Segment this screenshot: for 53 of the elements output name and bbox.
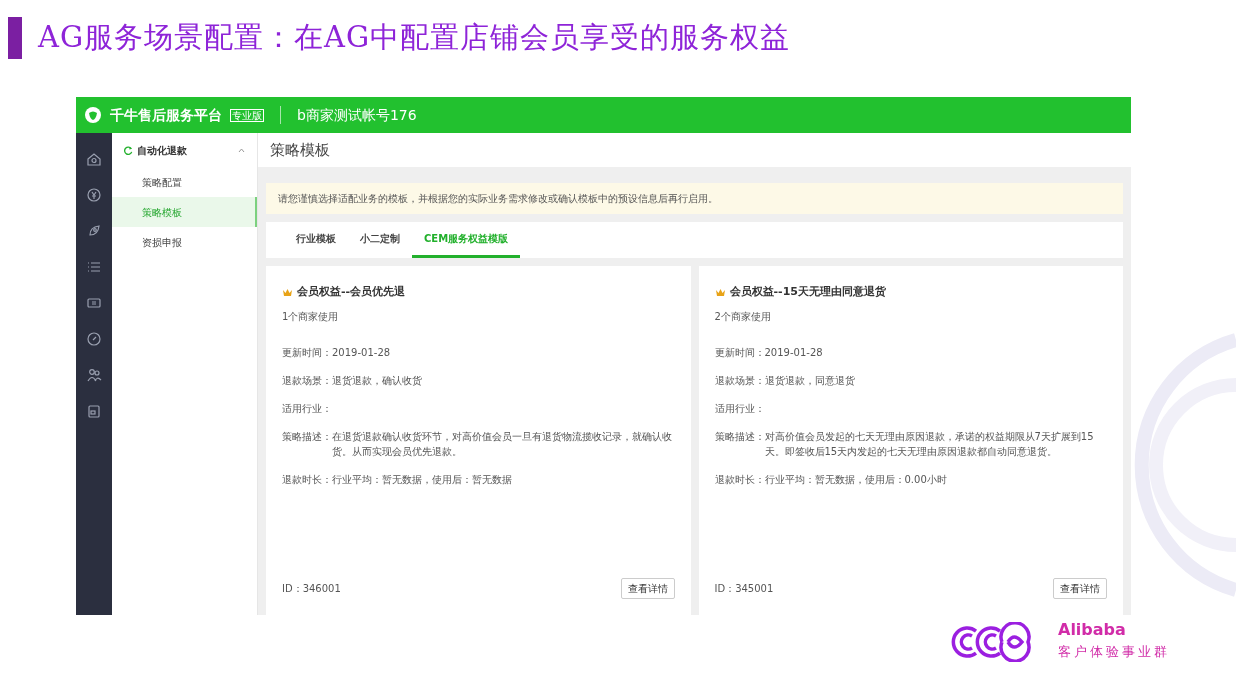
field-value: 行业平均：暂无数据，使用后：暂无数据 <box>332 472 512 487</box>
compass-icon[interactable] <box>86 331 102 347</box>
field-label: 更新时间： <box>282 345 332 360</box>
card-title: 会员权益--会员优先退 <box>297 284 406 300</box>
accent-bar <box>8 16 22 59</box>
tab[interactable]: 小二定制 <box>348 222 412 258</box>
field-value: 行业平均：暂无数据，使用后：0.00小时 <box>764 472 947 487</box>
crown-icon <box>282 287 293 297</box>
page-title: 策略模板 <box>258 133 1131 167</box>
account-name: b商家测试帐号176 <box>297 105 417 125</box>
collapse-caret-icon[interactable] <box>238 148 245 153</box>
template-id: ID：345001 <box>714 582 774 596</box>
field-value: 2019-01-28 <box>764 345 823 360</box>
field-value: 退货退款，确认收货 <box>332 373 422 388</box>
yuan-icon[interactable] <box>86 187 102 203</box>
crown-icon <box>714 287 726 297</box>
ticket-icon[interactable] <box>86 295 102 311</box>
field-label: 退款场景： <box>282 373 332 388</box>
field-label: 更新时间： <box>714 345 765 360</box>
field-value: 对高价值会员发起的七天无理由原因退款，承诺的权益期限从7天扩展到15天。即签收后15天内发起的七天无理由原因退款都自动同意退货。 <box>764 429 1095 459</box>
usage-count: 2个商家使用 <box>714 309 772 324</box>
usage-count: 1个商家使用 <box>282 309 340 324</box>
template-id: ID：346001 <box>282 582 341 596</box>
brand-name: Alibaba <box>1058 622 1127 639</box>
submenu-item[interactable]: 策略配置 <box>112 167 257 197</box>
edition-tag: 专业版 <box>230 108 264 122</box>
home-icon[interactable] <box>86 151 102 167</box>
app-brand: 千牛售后服务平台 <box>110 105 222 125</box>
calendar-icon[interactable] <box>86 403 102 419</box>
rocket-icon[interactable] <box>86 223 102 239</box>
view-details-button[interactable]: 查看详情 <box>1053 578 1107 599</box>
logo-icon <box>84 106 102 124</box>
field-value: 2019-01-28 <box>332 345 391 360</box>
people-icon[interactable] <box>86 367 102 383</box>
field-label: 退款时长： <box>282 472 332 487</box>
submenu-item[interactable]: 资损申报 <box>112 227 257 257</box>
refresh-icon <box>124 145 133 155</box>
view-details-button[interactable]: 查看详情 <box>620 578 675 599</box>
field-value: 在退货退款确认收货环节，对高价值会员一旦有退货物流揽收记录，就确认收货。从而实现会员优先退款。 <box>332 429 673 459</box>
menu-group[interactable]: 自动化退款 <box>137 142 187 158</box>
field-label: 适用行业： <box>282 401 332 416</box>
field-label: 退款场景： <box>714 373 765 388</box>
division-name: 客户体验事业群 <box>1058 643 1170 662</box>
notice-banner: 请您谨慎选择适配业务的模板，并根据您的实际业务需求修改或确认模板中的预设信息后再行启用。 <box>266 183 1123 214</box>
field-label: 适用行业： <box>714 401 765 416</box>
tab[interactable]: 行业模板 <box>284 222 348 258</box>
field-label: 策略描述： <box>282 429 332 444</box>
field-value: 退货退款，同意退货 <box>764 373 855 388</box>
card-title: 会员权益--15天无理由同意退货 <box>729 284 886 300</box>
field-label: 退款时长： <box>714 472 765 487</box>
list-icon[interactable] <box>86 259 102 275</box>
slide-title: AG服务场景配置：在AG中配置店铺会员享受的服务权益 <box>38 19 791 56</box>
field-label: 策略描述： <box>714 429 765 444</box>
